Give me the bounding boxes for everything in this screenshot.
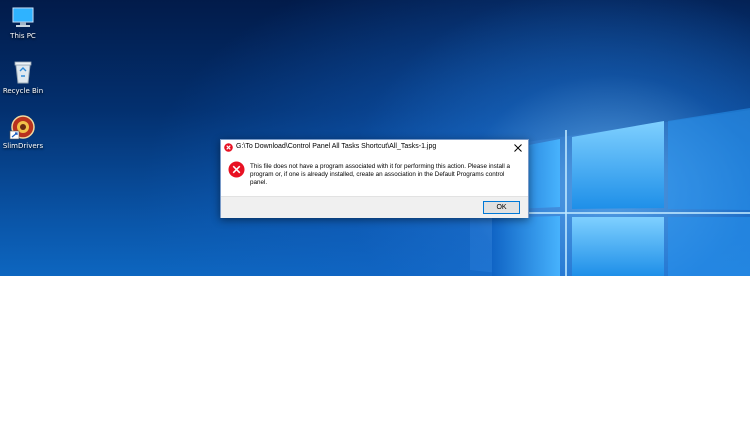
slimdrivers-icon: [9, 115, 35, 140]
recycle-bin-icon: [14, 61, 32, 84]
desktop-icon-label: Recycle Bin: [2, 87, 44, 95]
desktop-icon-this-pc[interactable]: This PC: [0, 6, 46, 40]
error-icon: [224, 143, 233, 152]
ok-button[interactable]: OK: [483, 201, 520, 214]
windows-logo-wallpaper: [470, 108, 750, 276]
dialog-button-area: OK: [221, 196, 528, 218]
blank-area: [0, 276, 750, 422]
dialog-title: G:\To Download\Control Panel All Tasks S…: [236, 143, 437, 150]
close-icon: [514, 144, 522, 152]
dialog-titlebar[interactable]: G:\To Download\Control Panel All Tasks S…: [221, 140, 528, 156]
error-icon: [228, 161, 245, 178]
desktop-icon-slimdrivers[interactable]: SlimDrivers: [0, 114, 46, 150]
desktop-icon-label: This PC: [10, 32, 36, 40]
error-dialog: G:\To Download\Control Panel All Tasks S…: [220, 139, 529, 218]
close-button[interactable]: [508, 140, 528, 156]
desktop-background: This PC Recycle Bin SlimDrivers G:\To Do…: [0, 0, 750, 276]
desktop-icon-label: SlimDrivers: [2, 142, 44, 150]
computer-icon: [12, 7, 34, 27]
desktop-icon-recycle-bin[interactable]: Recycle Bin: [0, 59, 46, 95]
dialog-message: This file does not have a program associ…: [250, 163, 511, 186]
